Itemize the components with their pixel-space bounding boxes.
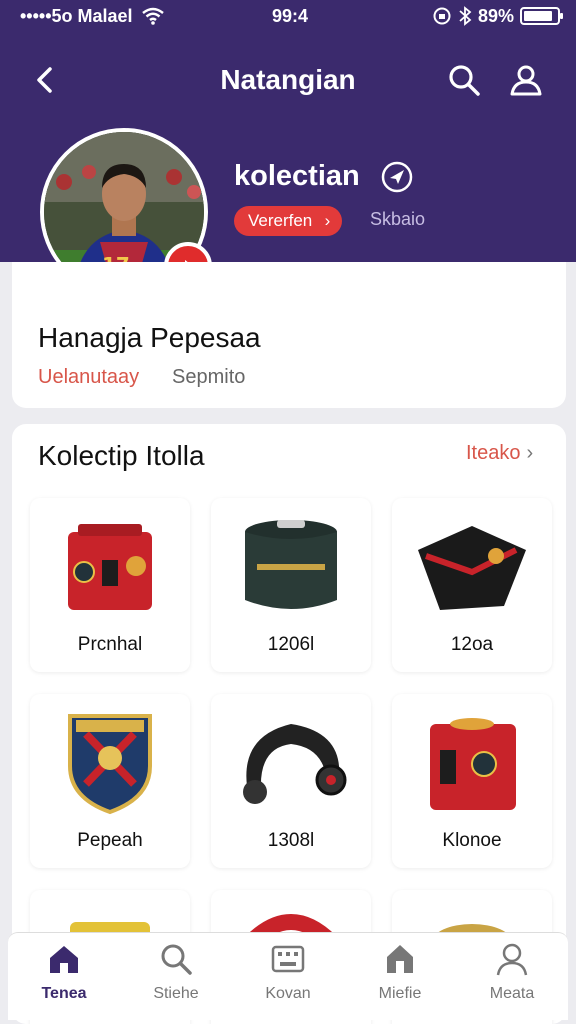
tag-pill-button[interactable]: Vererfen › [234,206,343,236]
shop-icon [387,945,413,973]
owner-card: Hanagja Pepesaa Uelanutaay Sepmito [12,262,566,408]
red-safe-icon [68,524,152,610]
collection-title: Kolectip Itolla [38,440,205,471]
user-settings-icon[interactable] [506,62,546,98]
dark-bag-icon [245,520,337,609]
tab-profile[interactable]: Meata [456,933,568,1020]
black-jersey-icon [418,526,526,610]
see-all-link[interactable]: Iteako › [466,442,533,465]
wifi-icon [141,7,164,25]
profile-header: •••••5o Malael 99:4 89% Natangian kolect… [0,0,576,296]
page-title: Natangian [220,64,356,95]
owner-status: Sepmito [172,366,246,388]
status-bar: •••••5o Malael 99:4 89% [20,4,563,28]
tab-label: Miefie [378,985,422,1002]
see-all-label: Iteako [466,442,521,464]
home-icon [50,946,78,973]
collection-item[interactable]: 1206l [211,498,371,672]
tab-label: Meata [489,985,535,1002]
battery-percent: 89% [477,5,514,26]
bottom-tab-bar: Tenea Stiehe Kovan Miefie Meata [8,932,568,1020]
item-label: Pepeah [77,830,143,851]
chevron-right-icon: › [324,211,331,230]
tab-label: Stiehe [153,985,199,1002]
tab-search[interactable]: Stiehe [120,933,232,1020]
carrier-label: •••••5o Malael [20,5,133,26]
owner-subtitle[interactable]: Uelanutaay [38,366,139,389]
keyboard-icon [271,945,305,973]
collection-item[interactable]: 1308l [211,694,371,868]
user-icon [496,943,528,976]
red-box-icon [430,718,516,810]
tag-pill-label: Vererfen [248,211,313,230]
bluetooth-icon [459,6,472,26]
collection-item[interactable]: Prcnhal [30,498,190,672]
nav-bar: Natangian [0,56,576,106]
collection-item[interactable]: Pepeah [30,694,190,868]
tab-label: Tenea [41,985,87,1002]
item-label: 1308l [267,830,315,851]
battery-icon [520,7,563,25]
tab-label: Kovan [265,985,311,1002]
chevron-right-icon: › [526,442,534,464]
item-label: 12oa [450,634,494,655]
tag-link[interactable]: Skbaio [370,209,425,230]
club-crest-icon [68,714,152,815]
collection-item[interactable]: 12oa [392,498,552,672]
search-icon [161,944,192,975]
collection-item[interactable]: Klonoe [392,694,552,868]
tab-home[interactable]: Tenea [8,933,120,1020]
item-label: 1206l [267,634,315,655]
lock-rotation-icon [433,7,451,25]
owner-name: Hanagja Pepesaa [38,322,261,353]
verified-icon [381,161,413,193]
item-label: Klonoe [442,830,502,851]
item-label: Prcnhal [77,634,143,655]
tab-keyboard[interactable]: Kovan [232,933,344,1020]
profile-name: kolectian [234,160,360,192]
search-icon[interactable] [446,62,482,98]
headband-icon [243,724,347,804]
tab-shop[interactable]: Miefie [344,933,456,1020]
